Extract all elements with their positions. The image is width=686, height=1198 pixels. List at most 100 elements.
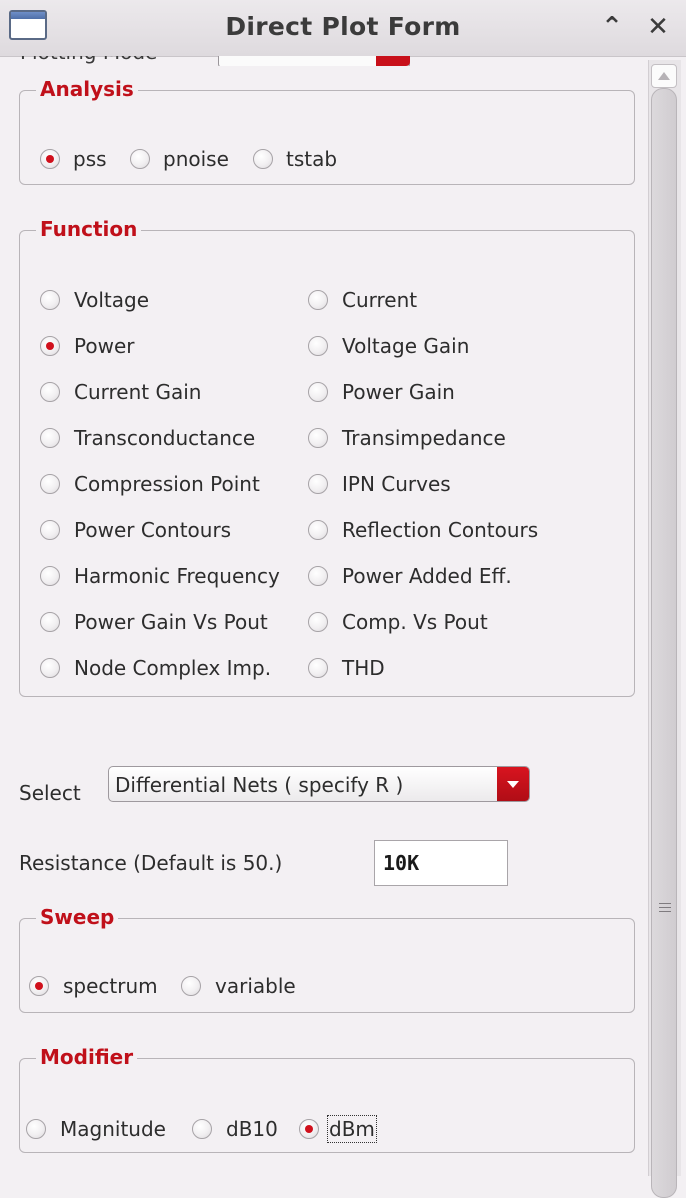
- radio-reflection-contours[interactable]: Reflection Contours: [308, 518, 538, 542]
- modifier-group: Modifier Magnitude dB10 dBm: [19, 1045, 635, 1153]
- radio-indicator[interactable]: [181, 976, 201, 996]
- radio-current[interactable]: Current: [308, 288, 417, 312]
- radio-node-complex-imp[interactable]: Node Complex Imp.: [40, 656, 271, 680]
- radio-tstab[interactable]: tstab: [253, 147, 337, 171]
- scroll-thumb[interactable]: [651, 88, 677, 1198]
- select-value: Differential Nets ( specify R ): [115, 773, 404, 797]
- radio-indicator[interactable]: [26, 1119, 46, 1139]
- function-title: Function: [36, 217, 142, 241]
- radio-indicator[interactable]: [40, 520, 60, 540]
- radio-label: Power: [74, 334, 135, 358]
- radio-indicator[interactable]: [308, 290, 328, 310]
- radio-thd[interactable]: THD: [308, 656, 385, 680]
- radio-power-added-eff[interactable]: Power Added Eff.: [308, 564, 512, 588]
- radio-indicator[interactable]: [40, 566, 60, 586]
- radio-indicator[interactable]: [308, 612, 328, 632]
- radio-voltage[interactable]: Voltage: [40, 288, 149, 312]
- sweep-title: Sweep: [36, 905, 119, 929]
- radio-label: tstab: [286, 147, 338, 171]
- radio-label: spectrum: [63, 974, 158, 998]
- radio-label: dB10: [226, 1117, 278, 1141]
- radio-compression-point[interactable]: Compression Point: [40, 472, 260, 496]
- select-combo[interactable]: Differential Nets ( specify R ): [108, 766, 530, 802]
- radio-pnoise[interactable]: pnoise: [130, 147, 229, 171]
- analysis-title: Analysis: [36, 77, 138, 101]
- radio-harmonic-frequency[interactable]: Harmonic Frequency: [40, 564, 280, 588]
- radio-label: Transimpedance: [342, 426, 506, 450]
- radio-label: dBm: [327, 1115, 377, 1143]
- modifier-title: Modifier: [36, 1045, 138, 1069]
- radio-indicator[interactable]: [40, 612, 60, 632]
- radio-dbm[interactable]: dBm: [299, 1115, 377, 1143]
- chevron-down-icon[interactable]: [497, 767, 529, 801]
- resistance-field[interactable]: [374, 840, 508, 886]
- radio-indicator[interactable]: [40, 658, 60, 678]
- radio-label: Current Gain: [74, 380, 202, 404]
- radio-label: IPN Curves: [342, 472, 451, 496]
- plotting-mode-dropdown-icon[interactable]: [376, 56, 410, 66]
- radio-transimpedance[interactable]: Transimpedance: [308, 426, 506, 450]
- radio-label: Transconductance: [74, 426, 256, 450]
- collapse-icon[interactable]: ⌃: [596, 10, 628, 44]
- radio-label: Comp. Vs Pout: [342, 610, 488, 634]
- radio-indicator[interactable]: [308, 566, 328, 586]
- radio-indicator[interactable]: [29, 976, 49, 996]
- radio-comp-vs-pout[interactable]: Comp. Vs Pout: [308, 610, 488, 634]
- radio-label: THD: [342, 656, 385, 680]
- radio-indicator[interactable]: [192, 1119, 212, 1139]
- radio-label: Node Complex Imp.: [74, 656, 272, 680]
- close-icon[interactable]: ✕: [642, 10, 674, 44]
- radio-indicator[interactable]: [253, 149, 273, 169]
- scroll-up-icon[interactable]: [651, 64, 677, 88]
- radio-power[interactable]: Power: [40, 334, 134, 358]
- resistance-label: Resistance (Default is 50.): [19, 851, 283, 875]
- radio-pss[interactable]: pss: [40, 147, 107, 171]
- radio-indicator[interactable]: [308, 520, 328, 540]
- title-bar: Direct Plot Form ⌃ ✕: [0, 0, 686, 57]
- radio-indicator[interactable]: [308, 428, 328, 448]
- radio-indicator[interactable]: [40, 336, 60, 356]
- analysis-group: Analysis pss pnoise tstab: [19, 77, 635, 185]
- radio-indicator[interactable]: [299, 1119, 319, 1139]
- radio-label: Reflection Contours: [342, 518, 539, 542]
- radio-label: Magnitude: [60, 1117, 166, 1141]
- radio-indicator[interactable]: [308, 336, 328, 356]
- radio-label: variable: [215, 974, 296, 998]
- radio-voltage-gain[interactable]: Voltage Gain: [308, 334, 469, 358]
- radio-spectrum[interactable]: spectrum: [29, 974, 158, 998]
- function-group: Function Voltage Current Power Voltage G…: [19, 217, 635, 697]
- sweep-group: Sweep spectrum variable: [19, 905, 635, 1013]
- radio-label: Power Added Eff.: [342, 564, 512, 588]
- select-label: Select: [19, 781, 81, 805]
- radio-indicator[interactable]: [308, 382, 328, 402]
- radio-power-contours[interactable]: Power Contours: [40, 518, 231, 542]
- radio-magnitude[interactable]: Magnitude: [26, 1117, 166, 1141]
- vertical-scrollbar[interactable]: [648, 60, 681, 1198]
- radio-indicator[interactable]: [40, 382, 60, 402]
- radio-label: Current: [342, 288, 418, 312]
- radio-label: Power Contours: [74, 518, 232, 542]
- radio-indicator[interactable]: [40, 474, 60, 494]
- radio-current-gain[interactable]: Current Gain: [40, 380, 201, 404]
- radio-indicator[interactable]: [40, 290, 60, 310]
- radio-ipn-curves[interactable]: IPN Curves: [308, 472, 451, 496]
- radio-indicator[interactable]: [40, 428, 60, 448]
- radio-indicator[interactable]: [40, 149, 60, 169]
- radio-variable[interactable]: variable: [181, 974, 296, 998]
- radio-indicator[interactable]: [308, 474, 328, 494]
- radio-power-gain[interactable]: Power Gain: [308, 380, 455, 404]
- radio-label: Compression Point: [74, 472, 260, 496]
- radio-indicator[interactable]: [308, 658, 328, 678]
- radio-label: Harmonic Frequency: [74, 564, 280, 588]
- radio-indicator[interactable]: [130, 149, 150, 169]
- resistance-input[interactable]: [383, 843, 503, 883]
- radio-label: Voltage: [74, 288, 150, 312]
- window-title: Direct Plot Form: [225, 12, 461, 41]
- plotting-mode-label: Plotting Mode: [20, 56, 157, 64]
- radio-transconductance[interactable]: Transconductance: [40, 426, 255, 450]
- radio-db10[interactable]: dB10: [192, 1117, 278, 1141]
- radio-power-gain-vs-pout[interactable]: Power Gain Vs Pout: [40, 610, 268, 634]
- radio-label: Power Gain Vs Pout: [74, 610, 268, 634]
- radio-label: Voltage Gain: [342, 334, 470, 358]
- plotting-mode-row: Plotting Mode: [20, 56, 620, 66]
